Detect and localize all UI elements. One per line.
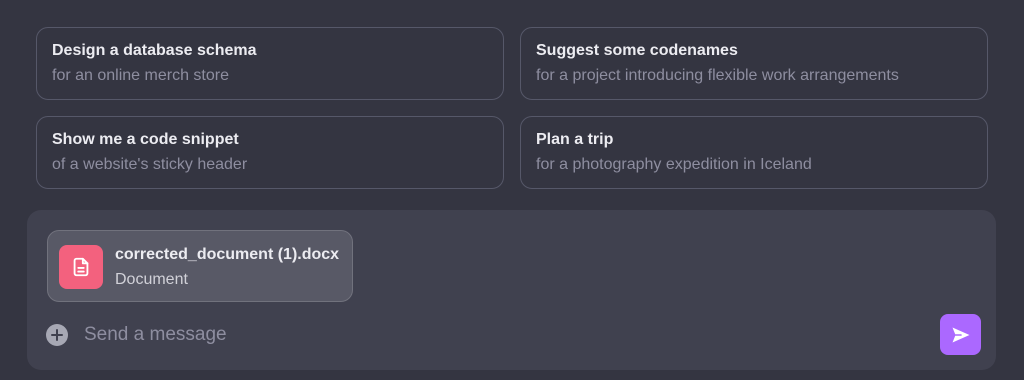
suggestion-card[interactable]: Show me a code snippet of a website's st… bbox=[36, 116, 504, 189]
suggestion-subtitle: for a project introducing flexible work … bbox=[536, 67, 899, 84]
file-attachment[interactable]: corrected_document (1).docx Document bbox=[47, 230, 353, 302]
message-composer: corrected_document (1).docx Document bbox=[27, 210, 996, 370]
attachment-file-name: corrected_document (1).docx bbox=[115, 246, 340, 263]
suggestion-card[interactable]: Plan a trip for a photography expedition… bbox=[520, 116, 988, 189]
send-icon bbox=[952, 327, 969, 342]
suggestion-card[interactable]: Design a database schema for an online m… bbox=[36, 27, 504, 100]
message-input[interactable] bbox=[84, 320, 904, 350]
suggestion-card[interactable]: Suggest some codenames for a project int… bbox=[520, 27, 988, 100]
suggestion-subtitle: for a photography expedition in Iceland bbox=[536, 156, 812, 173]
suggestion-title: Plan a trip bbox=[536, 131, 614, 148]
suggestion-title: Show me a code snippet bbox=[52, 131, 239, 148]
plus-circle-icon bbox=[51, 329, 63, 341]
send-button[interactable] bbox=[940, 314, 981, 355]
suggestion-subtitle: for an online merch store bbox=[52, 67, 229, 84]
document-icon bbox=[59, 245, 103, 289]
add-attachment-button[interactable] bbox=[46, 324, 68, 346]
suggestion-title: Suggest some codenames bbox=[536, 42, 738, 59]
suggestion-subtitle: of a website's sticky header bbox=[52, 156, 248, 173]
suggestion-grid: Design a database schema for an online m… bbox=[36, 27, 988, 189]
attachment-file-type: Document bbox=[115, 271, 188, 288]
suggestion-title: Design a database schema bbox=[52, 42, 257, 59]
